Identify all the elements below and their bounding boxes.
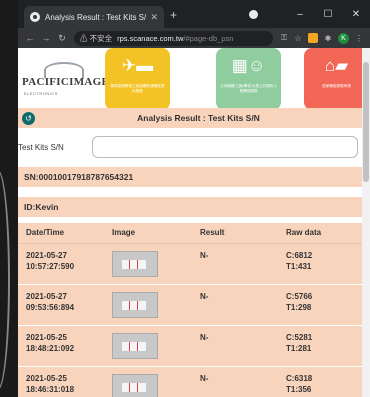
raw-cell: C:5281 T1:281	[278, 325, 362, 367]
raw-cell: C:6812 T1:431	[278, 243, 362, 285]
sn-input[interactable]	[92, 136, 358, 158]
sn-label: Test Kits S/N	[18, 142, 64, 152]
close-window-icon[interactable]: ✕	[342, 9, 370, 20]
reload-icon[interactable]: ↻	[54, 33, 70, 44]
address-bar[interactable]: ⚠ 不安全 rps.scanace.com.tw/#page-db_psn	[74, 30, 273, 46]
new-tab-icon[interactable]: +	[170, 8, 177, 22]
result-cell: N-	[192, 366, 278, 397]
card-text: 居家篩檢服務申請	[322, 84, 351, 88]
date: 2021-05-27	[26, 250, 67, 260]
time: 10:57:27:590	[26, 261, 75, 271]
window-controls: – ☐ ✕	[249, 0, 370, 28]
logo-subtitle: ELECTRONICS	[24, 91, 58, 96]
tab-title: Analysis Result : Test Kits S/N	[45, 12, 147, 22]
desktop-background	[0, 0, 18, 397]
card-text: 公司機關/工廠/學校/大型公共場所人員篩檢服務	[220, 84, 277, 93]
col-raw: Raw data	[278, 223, 362, 244]
chrome-favicon-icon	[30, 12, 40, 22]
airport-screening-card[interactable]: ✈▬ 機場高鐵轉乘之無接觸快速篩檢預約服務	[105, 48, 170, 110]
building-icon: ▦☺	[231, 56, 266, 75]
col-date: Date/Time	[18, 223, 104, 244]
maximize-icon[interactable]: ☐	[314, 9, 342, 20]
image-cell[interactable]	[104, 284, 192, 326]
raw-t: T1:356	[286, 384, 312, 394]
scrollbar-thumb[interactable]	[363, 62, 369, 182]
image-cell[interactable]	[104, 325, 192, 367]
page-title: Analysis Result : Test Kits S/N	[137, 113, 260, 123]
house-truck-icon: ⌂▰	[324, 56, 349, 75]
page-scrollbar[interactable]	[362, 48, 370, 397]
star-icon[interactable]: ☆	[291, 34, 305, 43]
browser-tab[interactable]: Analysis Result : Test Kits S/N ✕	[24, 6, 164, 28]
forward-arrow-icon[interactable]: →	[38, 33, 54, 43]
table-row[interactable]: 2021-05-27 10:57:27:590 N- C:6812 T1:431	[18, 243, 362, 285]
test-kit-image[interactable]	[112, 373, 158, 397]
result-title-bar: ↺ Analysis Result : Test Kits S/N	[18, 108, 362, 128]
table-row[interactable]: 2021-05-27 09:53:56:894 N- C:5766 T1:298	[18, 284, 362, 326]
sn-search-row: Test Kits S/N	[18, 136, 362, 158]
home-screening-card[interactable]: ⌂▰ 居家篩檢服務申請	[304, 48, 369, 110]
extension-icon[interactable]	[308, 33, 318, 43]
tab-close-icon[interactable]: ✕	[150, 12, 158, 23]
raw-cell: C:6318 T1:356	[278, 366, 362, 397]
url-path: /#page-db_psn	[183, 33, 234, 43]
date-cell: 2021-05-25 18:48:21:092	[18, 325, 104, 367]
col-image: Image	[104, 223, 192, 244]
result-cell: N-	[192, 284, 278, 326]
browser-toolbar: ← → ↻ ⚠ 不安全 rps.scanace.com.tw/#page-db_…	[18, 28, 370, 48]
tab-bar: Analysis Result : Test Kits S/N ✕ + – ☐ …	[18, 0, 370, 28]
date: 2021-05-25	[26, 332, 67, 342]
decorative-curve	[0, 170, 10, 390]
table-row[interactable]: 2021-05-25 18:48:21:092 N- C:5281 T1:281	[18, 325, 362, 367]
raw-t: T1:431	[286, 261, 312, 271]
key-icon[interactable]: ⚿	[277, 33, 291, 43]
raw-c: C:6318	[286, 373, 313, 383]
image-cell[interactable]	[104, 366, 192, 397]
date-cell: 2021-05-27 09:53:56:894	[18, 284, 104, 326]
header: PACIFICIMAGE ELECTRONICS ✈▬ 機場高鐵轉乘之無接觸快速…	[18, 48, 370, 116]
test-kit-image[interactable]	[112, 250, 158, 277]
date: 2021-05-27	[26, 291, 67, 301]
raw-t: T1:281	[286, 343, 312, 353]
raw-cell: C:5766 T1:298	[278, 284, 362, 326]
table-row[interactable]: 2021-05-25 18:46:31:018 N- C:6318 T1:356	[18, 366, 362, 397]
menu-icon[interactable]: ⋮	[352, 34, 366, 43]
airplane-train-icon: ✈▬	[121, 56, 154, 75]
page-content: PACIFICIMAGE ELECTRONICS ✈▬ 機場高鐵轉乘之無接觸快速…	[18, 48, 370, 397]
record-icon[interactable]	[249, 9, 258, 19]
browser-window: Analysis Result : Test Kits S/N ✕ + – ☐ …	[18, 0, 370, 397]
url-host: rps.scanace.com.tw	[117, 33, 184, 43]
time: 18:48:21:092	[26, 343, 75, 353]
raw-c: C:5766	[286, 291, 313, 301]
id-info: ID:Kevin	[18, 197, 362, 217]
logo-brand: PACIFICIMAGE	[22, 76, 110, 88]
profile-avatar[interactable]: K	[338, 32, 349, 44]
back-button[interactable]: ↺	[22, 111, 35, 125]
time: 18:46:31:018	[26, 384, 75, 394]
result-cell: N-	[192, 325, 278, 367]
puzzle-icon[interactable]: ✱	[321, 34, 335, 43]
company-logo[interactable]: PACIFICIMAGE ELECTRONICS	[22, 60, 110, 100]
col-result: Result	[192, 223, 278, 244]
raw-t: T1:298	[286, 302, 312, 312]
security-label: 不安全	[89, 33, 113, 43]
image-cell[interactable]	[104, 243, 192, 285]
date-cell: 2021-05-25 18:46:31:018	[18, 366, 104, 397]
security-warning[interactable]: ⚠ 不安全	[80, 33, 112, 44]
test-kit-image[interactable]	[112, 332, 158, 359]
date-cell: 2021-05-27 10:57:27:590	[18, 243, 104, 285]
result-cell: N-	[192, 243, 278, 285]
raw-c: C:6812	[286, 250, 313, 260]
company-screening-card[interactable]: ▦☺ 公司機關/工廠/學校/大型公共場所人員篩檢服務	[216, 48, 281, 110]
back-arrow-icon[interactable]: ←	[22, 33, 38, 43]
raw-c: C:5281	[286, 332, 313, 342]
time: 09:53:56:894	[26, 302, 75, 312]
minimize-icon[interactable]: –	[286, 9, 314, 20]
table-header-row: Date/Time Image Result Raw data	[18, 223, 362, 244]
test-kit-image[interactable]	[112, 291, 158, 318]
date: 2021-05-25	[26, 373, 67, 383]
results-table: Date/Time Image Result Raw data 2021-05-…	[18, 223, 362, 397]
sn-info: SN:00010017918787654321	[18, 167, 362, 187]
card-text: 機場高鐵轉乘之無接觸快速篩檢預約服務	[110, 84, 165, 93]
